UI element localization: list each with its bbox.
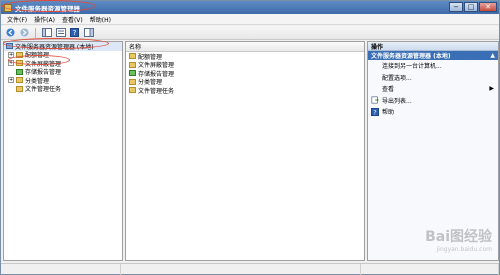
tree-root[interactable]: 文件服务器资源管理器 (本地) <box>4 42 122 51</box>
back-icon <box>6 28 15 37</box>
console-tree-button[interactable] <box>41 28 52 38</box>
folder-icon <box>16 51 23 58</box>
help-icon: ? <box>371 107 379 116</box>
back-button[interactable] <box>5 28 16 38</box>
action-label: 帮助 <box>382 109 395 117</box>
svg-text:?: ? <box>73 28 77 37</box>
watermark-brand: Bai图经验 <box>425 229 492 245</box>
menu-view[interactable]: 查看(V) <box>62 15 83 24</box>
folder-icon <box>129 87 136 94</box>
submenu-arrow-icon: ▶ <box>489 85 494 93</box>
toolbar-separator <box>35 27 36 38</box>
menu-bar: 文件(F) 操作(A) 查看(V) 帮助(H) <box>1 14 499 25</box>
action-connect[interactable]: 连接到另一台计算机... <box>368 60 498 72</box>
action-section-label: 文件服务器资源管理器 (本地) <box>371 53 451 60</box>
server-icon <box>6 43 13 50</box>
status-cell <box>121 264 361 275</box>
action-label: 查看 <box>382 86 395 94</box>
action-label: 配置选项... <box>382 74 412 82</box>
watermark-url: jingyan.baidu.com <box>436 246 492 253</box>
folder-icon <box>129 78 136 85</box>
folder-icon <box>16 60 23 67</box>
column-header-name[interactable]: 名称 <box>126 42 364 52</box>
tree-item-file-tasks[interactable]: 文件管理任务 <box>4 85 122 94</box>
list-item[interactable]: 存储报告管理 <box>126 69 364 78</box>
expand-icon[interactable]: + <box>8 60 14 67</box>
window-title: 文件服务器资源管理器 <box>15 4 80 13</box>
tree-item-label: 文件管理任务 <box>25 86 62 94</box>
expand-icon[interactable]: + <box>8 51 14 58</box>
tree-item-quota[interactable]: + 配额管理 <box>4 51 122 59</box>
menu-help[interactable]: 帮助(H) <box>90 15 111 24</box>
window-controls: − □ ✕ <box>449 2 497 12</box>
console-tree-icon <box>41 28 52 37</box>
tree-item-file-screen[interactable]: + 文件屏蔽管理 <box>4 59 122 68</box>
action-section-header[interactable]: 文件服务器资源管理器 (本地) ▲ <box>368 51 498 60</box>
title-bar: 文件服务器资源管理器 − □ ✕ <box>1 1 499 14</box>
status-bar <box>1 263 499 275</box>
svg-text:?: ? <box>373 108 376 116</box>
help-button[interactable]: ? <box>69 28 80 38</box>
show-hide-button[interactable] <box>83 28 94 38</box>
results-pane: 名称 配额管理 文件屏蔽管理 存储报告管理 分类管理 文件管理任务 <box>125 41 365 261</box>
expand-placeholder <box>8 69 14 75</box>
report-icon <box>129 70 136 77</box>
tree-item-classification[interactable]: + 分类管理 <box>4 76 122 85</box>
properties-icon <box>55 28 66 37</box>
app-icon <box>4 3 12 12</box>
folder-icon <box>129 53 136 60</box>
menu-file[interactable]: 文件(F) <box>7 15 27 24</box>
list-item[interactable]: 文件屏蔽管理 <box>126 61 364 69</box>
forward-button[interactable] <box>19 28 30 38</box>
status-cell <box>361 264 499 275</box>
tree-item-storage-reports[interactable]: 存储报告管理 <box>4 68 122 76</box>
expand-icon[interactable]: + <box>8 77 14 84</box>
folder-icon <box>16 77 23 84</box>
properties-button[interactable] <box>55 28 66 38</box>
action-configure[interactable]: 配置选项... <box>368 72 498 84</box>
column-header-label: 名称 <box>129 44 142 51</box>
status-cell <box>1 264 121 275</box>
folder-icon <box>129 61 136 68</box>
list-item[interactable]: 文件管理任务 <box>126 86 364 95</box>
action-label: 导出列表... <box>382 97 412 105</box>
help-icon: ? <box>70 28 79 37</box>
report-icon <box>16 68 23 75</box>
folder-icon <box>16 85 23 92</box>
list-item[interactable]: 配额管理 <box>126 52 364 61</box>
console-tree-pane: 文件服务器资源管理器 (本地) + 配额管理 + 文件屏蔽管理 存储报告管理 +… <box>3 41 123 261</box>
menu-action[interactable]: 操作(A) <box>34 15 55 24</box>
list-item-label: 文件管理任务 <box>138 87 175 95</box>
action-pane-title: 操作 <box>368 42 498 51</box>
action-label: 连接到另一台计算机... <box>382 63 442 71</box>
list-item[interactable]: 分类管理 <box>126 78 364 86</box>
action-help[interactable]: ? 帮助 <box>368 106 498 118</box>
close-button[interactable]: ✕ <box>479 2 497 12</box>
action-view[interactable]: 查看 ▶ <box>368 83 498 95</box>
collapse-icon: ▲ <box>490 52 495 59</box>
show-hide-icon <box>83 28 94 37</box>
action-export[interactable]: 导出列表... <box>368 95 498 107</box>
minimize-button[interactable]: − <box>449 2 463 12</box>
maximize-button[interactable]: □ <box>464 2 478 12</box>
toolbar: ? <box>1 26 499 40</box>
export-icon <box>371 96 379 104</box>
expand-placeholder <box>8 86 14 92</box>
watermark: Bai图经验 jingyan.baidu.com <box>425 226 492 253</box>
forward-icon <box>20 28 29 37</box>
